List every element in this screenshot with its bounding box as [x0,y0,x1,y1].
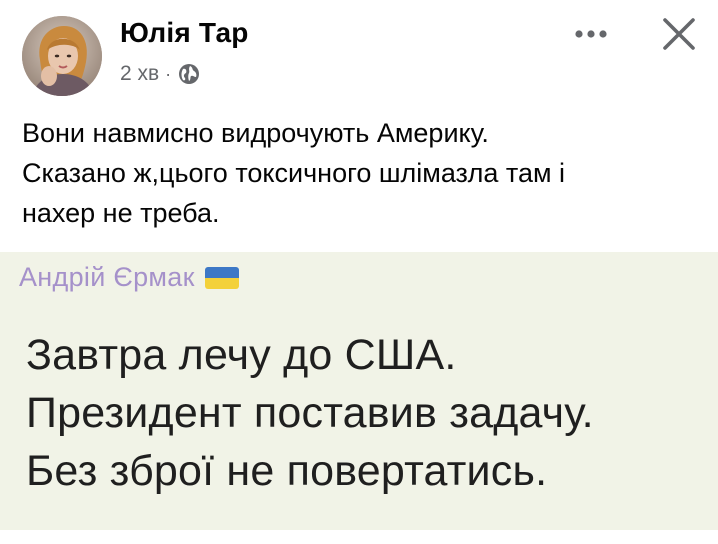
author-name[interactable]: Юлія Тар [120,17,249,49]
quote-line: Президент поставив задачу. [26,389,594,437]
post-text-line: Сказано ж,цього токсичного шлімазла там … [22,158,566,188]
avatar-image [22,16,102,96]
quote-text: Завтра лечу до США. Президент поставив з… [26,326,594,500]
avatar[interactable] [22,16,102,96]
post-meta: 2 хв · [120,62,200,86]
post-header: Юлія Тар 2 хв · [0,0,718,110]
more-dots-icon [575,30,607,38]
quote-line: Без зброї не повертатись. [26,447,548,495]
more-options-button[interactable] [566,14,616,54]
close-button[interactable] [654,10,704,58]
post-time[interactable]: 2 хв [120,62,159,86]
globe-icon[interactable] [178,63,200,85]
quote-line: Завтра лечу до США. [26,331,457,379]
image-bottom-edge [0,530,718,544]
shared-image[interactable]: Андрій Єрмак Завтра лечу до США. Президе… [0,252,718,544]
facebook-post: Юлія Тар 2 хв · Вони навмисно видрочують… [0,0,718,544]
meta-separator: · [165,64,172,84]
post-text-line: Вони навмисно видрочують Америку. [22,118,489,148]
quote-author: Андрій Єрмак [19,262,195,292]
quote-author-row: Андрій Єрмак [19,262,239,293]
post-text: Вони навмисно видрочують Америку. Сказан… [22,113,702,233]
close-icon [663,18,695,50]
ukraine-flag-icon [204,266,239,289]
post-text-line: нахер не треба. [22,198,220,228]
